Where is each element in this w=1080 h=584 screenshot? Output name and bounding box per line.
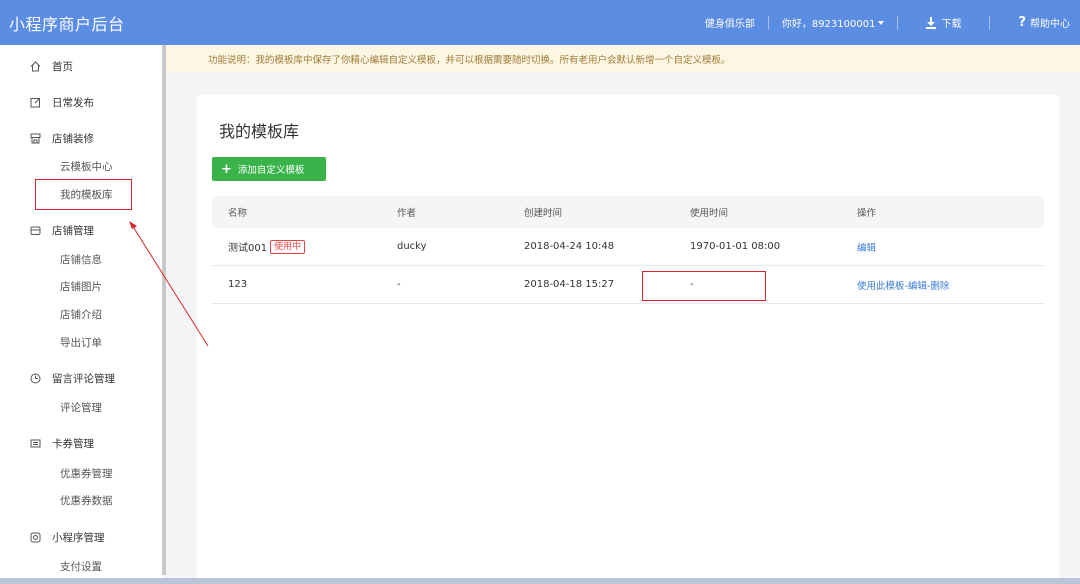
help-label: 帮助中心 bbox=[1030, 19, 1070, 30]
table-row: 123 - 2018-04-18 15:27 - 使用此模板-编辑-删除 bbox=[212, 266, 1044, 304]
miniprogram-icon bbox=[30, 532, 41, 543]
column-header-name: 名称 bbox=[228, 208, 248, 219]
template-created: 2018-04-24 10:48 bbox=[524, 241, 615, 252]
annotation-box-actions bbox=[642, 271, 766, 301]
edit-link[interactable]: 编辑 bbox=[857, 240, 876, 254]
annotation-box-my-templates bbox=[35, 179, 132, 210]
account-greeting: 你好，8923100001 bbox=[781, 19, 876, 30]
column-header-author: 作者 bbox=[397, 208, 417, 219]
use-edit-delete-links[interactable]: 使用此模板-编辑-删除 bbox=[857, 278, 949, 292]
top-header: 小程序商户后台 健身俱乐部 你好，8923100001 下载 ? 帮助中心 bbox=[0, 0, 1080, 45]
sidebar-item-store-images[interactable]: 店铺图片 bbox=[60, 279, 102, 294]
shop-name-label: 健身俱乐部 bbox=[704, 19, 755, 30]
sidebar-scrollbar[interactable] bbox=[162, 45, 166, 575]
table-header: 名称 作者 创建时间 使用时间 操作 bbox=[212, 196, 1044, 228]
column-header-actions: 操作 bbox=[857, 208, 877, 219]
sidebar-item-store-info[interactable]: 店铺信息 bbox=[60, 252, 102, 267]
column-header-created: 创建时间 bbox=[524, 208, 563, 219]
template-library-card: 我的模板库 + 添加自定义模板 名称 作者 创建时间 使用时间 操作 测试001… bbox=[197, 95, 1059, 584]
in-use-badge: 使用中 bbox=[270, 239, 306, 254]
table-row: 测试001 使用中 ducky 2018-04-24 10:48 1970-01… bbox=[212, 228, 1044, 266]
sidebar-item-miniprogram-management[interactable]: 小程序管理 bbox=[30, 530, 105, 545]
home-icon bbox=[30, 61, 41, 72]
sidebar-item-cloud-templates[interactable]: 云模板中心 bbox=[60, 159, 113, 174]
sidebar-item-comment-management[interactable]: 留言评论管理 bbox=[30, 371, 115, 386]
sidebar-item-payment-settings[interactable]: 支付设置 bbox=[60, 559, 102, 574]
app-title: 小程序商户后台 bbox=[9, 15, 125, 34]
sidebar-item-store-management[interactable]: 店铺管理 bbox=[30, 223, 94, 238]
page-title: 我的模板库 bbox=[219, 122, 300, 141]
sidebar-item-export-orders[interactable]: 导出订单 bbox=[60, 335, 102, 350]
sidebar-item-label: 店铺管理 bbox=[52, 225, 94, 237]
sidebar-item-store-intro[interactable]: 店铺介绍 bbox=[60, 307, 102, 322]
template-used: 1970-01-01 08:00 bbox=[690, 241, 781, 252]
download-label: 下载 bbox=[941, 19, 962, 30]
account-menu[interactable]: 你好，8923100001 bbox=[767, 15, 898, 30]
sidebar-item-store-decoration[interactable]: 店铺装修 bbox=[30, 131, 94, 146]
template-name-cell: 测试001 使用中 bbox=[228, 228, 306, 265]
ticket-icon bbox=[30, 438, 41, 449]
store-icon bbox=[30, 133, 41, 144]
sidebar-item-coupon-management[interactable]: 卡券管理 bbox=[30, 436, 94, 451]
add-custom-template-button[interactable]: + 添加自定义模板 bbox=[212, 157, 326, 181]
sidebar-item-label: 日常发布 bbox=[52, 97, 94, 109]
sidebar-item-daily-publish[interactable]: 日常发布 bbox=[30, 95, 94, 110]
add-button-label: 添加自定义模板 bbox=[237, 165, 305, 176]
sidebar-item-label: 留言评论管理 bbox=[52, 373, 115, 385]
shop-name[interactable]: 健身俱乐部 bbox=[692, 16, 768, 30]
column-header-used: 使用时间 bbox=[690, 208, 729, 219]
template-created: 2018-04-18 15:27 bbox=[524, 279, 615, 290]
template-author: ducky bbox=[397, 241, 427, 252]
chevron-down-icon bbox=[878, 20, 885, 25]
download-icon bbox=[926, 17, 937, 29]
sidebar-item-coupon-admin[interactable]: 优惠券管理 bbox=[60, 466, 113, 481]
sidebar-item-home[interactable]: 首页 bbox=[30, 59, 73, 74]
help-center-link[interactable]: ? 帮助中心 bbox=[989, 15, 1080, 30]
sidebar-item-coupon-data[interactable]: 优惠券数据 bbox=[60, 493, 113, 508]
plus-icon: + bbox=[221, 161, 232, 177]
template-name: 测试001 bbox=[228, 243, 268, 254]
template-actions: 使用此模板-编辑-删除 bbox=[857, 266, 949, 303]
shop-icon bbox=[30, 225, 41, 236]
template-author: - bbox=[397, 279, 401, 290]
sidebar-item-label: 卡券管理 bbox=[52, 438, 94, 450]
question-icon: ? bbox=[1018, 15, 1026, 30]
template-actions: 编辑 bbox=[857, 228, 876, 265]
taskbar-strip bbox=[0, 578, 1080, 584]
edit-icon bbox=[30, 97, 41, 108]
feature-notice: 功能说明：我的模板库中保存了你精心编辑自定义模板，并可以根据需要随时切换。所有老… bbox=[166, 45, 1080, 72]
sidebar-item-label: 首页 bbox=[52, 61, 73, 73]
header-actions: 健身俱乐部 你好，8923100001 下载 ? 帮助中心 bbox=[692, 0, 1080, 45]
template-name: 123 bbox=[228, 279, 248, 290]
sidebar: 首页 日常发布 店铺装修 云模板中心 我的模板库 店铺管理 店铺信息 店铺图片 … bbox=[0, 45, 162, 584]
sidebar-item-label: 小程序管理 bbox=[52, 532, 105, 544]
sidebar-item-review-management[interactable]: 评论管理 bbox=[60, 400, 102, 415]
clock-icon bbox=[30, 373, 41, 384]
sidebar-item-label: 店铺装修 bbox=[52, 133, 94, 145]
download-link[interactable]: 下载 bbox=[897, 15, 989, 30]
